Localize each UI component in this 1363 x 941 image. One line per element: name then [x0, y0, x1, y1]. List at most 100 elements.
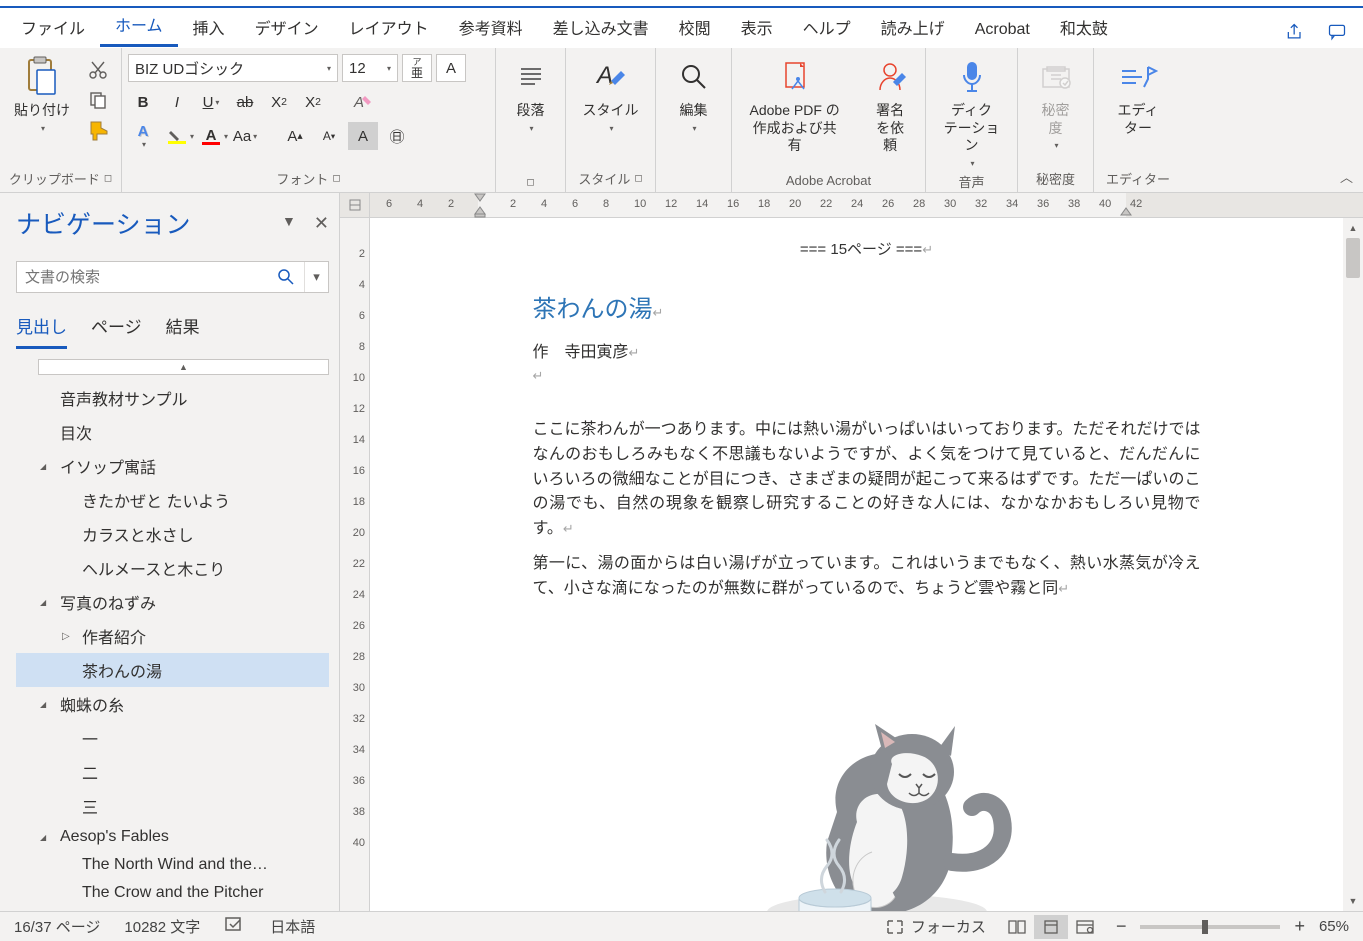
caret-right-icon[interactable]: ▷	[62, 631, 78, 642]
font-launcher-icon[interactable]: ◻	[332, 173, 340, 184]
nav-close-button[interactable]: ✕	[314, 213, 329, 234]
change-case-button[interactable]: Aa▾	[230, 122, 260, 150]
nav-item[interactable]: 音声教材サンプル	[16, 381, 329, 415]
tab-home[interactable]: ホーム	[100, 2, 178, 47]
tab-design[interactable]: デザイン	[240, 5, 334, 47]
editing-button[interactable]: 編集 ▾	[669, 52, 719, 137]
paste-button[interactable]: 貼り付け ▾	[6, 52, 78, 137]
grow-font-button[interactable]: A▴	[280, 122, 310, 150]
tab-view[interactable]: 表示	[726, 5, 788, 47]
bold-button[interactable]: B	[128, 88, 158, 116]
nav-jump-bar[interactable]: ▲	[38, 359, 329, 375]
cut-button[interactable]	[84, 56, 112, 84]
collapse-ribbon-button[interactable]: ︿	[1340, 167, 1353, 186]
nav-item[interactable]: 一	[16, 721, 329, 755]
tab-file[interactable]: ファイル	[6, 5, 100, 47]
caret-down-icon[interactable]: ◢	[40, 700, 56, 709]
zoom-level[interactable]: 65%	[1319, 918, 1349, 935]
character-border-button[interactable]: A	[436, 54, 466, 82]
vertical-ruler[interactable]: 246810121416182022242628303234363840	[340, 193, 370, 911]
nav-item[interactable]: カラスと水さし	[16, 517, 329, 551]
phonetic-guide-button[interactable]: ア亜	[402, 54, 432, 82]
zoom-in-button[interactable]: +	[1294, 916, 1305, 937]
share-icon[interactable]	[1281, 18, 1309, 46]
format-painter-button[interactable]	[84, 116, 112, 144]
nav-search-input[interactable]	[17, 262, 268, 292]
caret-down-icon[interactable]: ◢	[40, 598, 56, 607]
char-shading-button[interactable]: A	[348, 122, 378, 150]
dictate-button[interactable]: ディク テーション ▾	[932, 52, 1011, 172]
scroll-thumb[interactable]	[1346, 238, 1360, 278]
nav-item[interactable]: ◢蜘蛛の糸	[16, 687, 329, 721]
copy-button[interactable]	[84, 86, 112, 114]
nav-item[interactable]: ◢Aesop's Fables	[16, 823, 329, 851]
clipboard-launcher-icon[interactable]: ◻	[104, 173, 112, 184]
nav-item[interactable]: 目次	[16, 415, 329, 449]
shrink-font-button[interactable]: A▾	[314, 122, 344, 150]
tab-references[interactable]: 参考資料	[444, 5, 538, 47]
web-layout-button[interactable]	[1068, 915, 1102, 939]
focus-mode-button[interactable]: フォーカス	[885, 916, 986, 937]
nav-item[interactable]: 三	[16, 789, 329, 823]
font-color-button[interactable]: A▾	[196, 122, 226, 150]
nav-search-dropdown[interactable]: ▾	[304, 262, 328, 292]
subscript-button[interactable]: X2	[264, 88, 294, 116]
nav-tab-pages[interactable]: ページ	[91, 313, 142, 349]
tab-mailings[interactable]: 差し込み文書	[538, 5, 664, 47]
italic-button[interactable]: I	[162, 88, 192, 116]
tab-help[interactable]: ヘルプ	[788, 5, 866, 47]
paragraph-button[interactable]: 段落 ▾	[506, 52, 556, 137]
nav-item[interactable]: The North Wind and the…	[16, 851, 329, 879]
first-line-indent-marker[interactable]	[474, 193, 486, 206]
zoom-out-button[interactable]: −	[1116, 916, 1127, 937]
scroll-down-icon[interactable]: ▼	[1343, 891, 1363, 911]
caret-down-icon[interactable]: ◢	[40, 833, 56, 842]
tab-insert[interactable]: 挿入	[178, 5, 240, 47]
adobe-sign-button[interactable]: 署名 を依頼	[861, 52, 919, 159]
spellcheck-icon[interactable]	[224, 916, 246, 938]
strikethrough-button[interactable]: ab	[230, 88, 260, 116]
status-words[interactable]: 10282 文字	[124, 916, 200, 937]
nav-item[interactable]: ▷作者紹介	[16, 619, 329, 653]
editor-button[interactable]: エディ ター	[1109, 52, 1166, 141]
nav-item[interactable]: きたかぜと たいよう	[16, 483, 329, 517]
text-effects-button[interactable]: A▾	[128, 122, 158, 150]
tab-acrobat[interactable]: Acrobat	[960, 11, 1045, 47]
nav-dropdown-button[interactable]: ▼	[282, 213, 296, 234]
vertical-scrollbar[interactable]: ▲ ▼	[1343, 218, 1363, 911]
style-button[interactable]: A スタイル ▾	[575, 52, 647, 137]
print-layout-button[interactable]	[1034, 915, 1068, 939]
nav-tab-headings[interactable]: 見出し	[16, 313, 67, 349]
tab-wadaiko[interactable]: 和太鼓	[1045, 5, 1123, 47]
tab-review[interactable]: 校閲	[664, 5, 726, 47]
document-canvas[interactable]: === 15ページ ===↵ 茶わんの湯↵ 作 寺田寅彦↵ ↵ ここに茶わんが一…	[370, 218, 1363, 911]
clear-formatting-button[interactable]: A	[348, 88, 378, 116]
nav-item[interactable]: ◢イソップ寓話	[16, 449, 329, 483]
adobe-create-pdf-button[interactable]: Adobe PDF の 作成および共有	[738, 52, 851, 159]
comments-icon[interactable]	[1323, 18, 1351, 46]
nav-item[interactable]: ヘルメースと木こり	[16, 551, 329, 585]
nav-item[interactable]: 二	[16, 755, 329, 789]
nav-search-button[interactable]	[268, 262, 304, 292]
font-size-select[interactable]: 12▾	[342, 54, 398, 82]
read-mode-button[interactable]	[1000, 915, 1034, 939]
style-launcher-icon[interactable]: ◻	[634, 173, 642, 184]
tab-layout[interactable]: レイアウト	[334, 5, 444, 47]
paragraph-launcher-icon[interactable]: ◻	[526, 177, 534, 188]
horizontal-ruler[interactable]: 6422468101214161820222426283032343638404…	[370, 193, 1363, 218]
highlight-button[interactable]: ▾	[162, 122, 192, 150]
status-lang[interactable]: 日本語	[270, 916, 315, 937]
tab-readaloud[interactable]: 読み上げ	[866, 5, 960, 47]
scroll-up-icon[interactable]: ▲	[1343, 218, 1363, 238]
zoom-slider[interactable]	[1140, 925, 1280, 929]
caret-down-icon[interactable]: ◢	[40, 462, 56, 471]
font-name-select[interactable]: BIZ UDゴシック▾	[128, 54, 338, 82]
nav-item[interactable]: 茶わんの湯	[16, 653, 329, 687]
nav-item[interactable]: ◢写真のねずみ	[16, 585, 329, 619]
nav-item[interactable]: The Crow and the Pitcher	[16, 879, 329, 907]
underline-button[interactable]: U▾	[196, 88, 226, 116]
enclose-char-button[interactable]: ㊐	[382, 122, 412, 150]
nav-tab-results[interactable]: 結果	[166, 313, 200, 349]
status-page[interactable]: 16/37 ページ	[14, 916, 100, 937]
superscript-button[interactable]: X2	[298, 88, 328, 116]
